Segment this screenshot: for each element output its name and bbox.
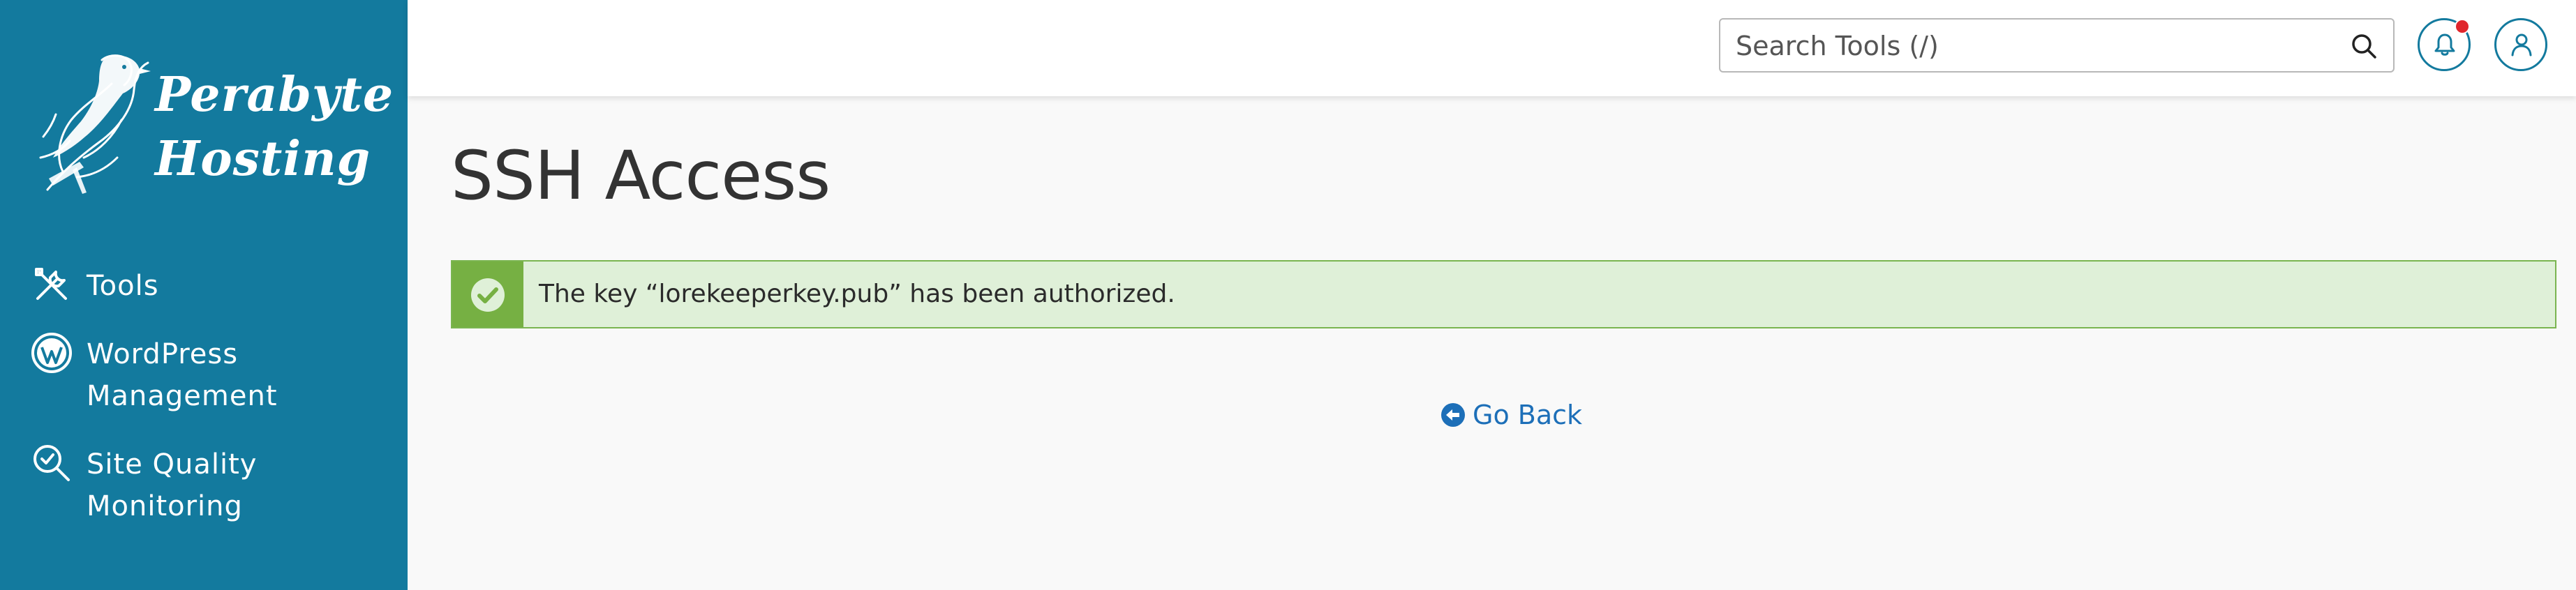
sidebar: Perabyte Hosting Tools WordPress Managem… bbox=[0, 0, 408, 590]
bell-icon bbox=[2434, 33, 2455, 56]
search-input[interactable] bbox=[1734, 20, 2323, 73]
brand-logo[interactable]: Perabyte Hosting bbox=[35, 53, 393, 206]
arrow-circle-left-icon bbox=[1441, 403, 1465, 427]
notifications-button[interactable] bbox=[2418, 18, 2471, 71]
page-title: SSH Access bbox=[451, 137, 831, 215]
brand-name: Perabyte Hosting bbox=[155, 63, 394, 191]
site-quality-icon bbox=[33, 445, 70, 481]
notification-dot bbox=[2455, 19, 2470, 34]
wordpress-icon bbox=[31, 333, 72, 373]
success-alert: The key “lorekeeperkey.pub” has been aut… bbox=[451, 260, 2556, 328]
user-icon bbox=[2511, 33, 2532, 56]
go-back-link[interactable]: Go Back bbox=[1440, 398, 1582, 432]
sidebar-item-tools[interactable]: Tools bbox=[0, 265, 408, 307]
brand-line-1: Perabyte bbox=[155, 67, 394, 123]
sidebar-item-label: Site Quality Monitoring bbox=[87, 448, 258, 522]
sidebar-item-label: WordPress Management bbox=[87, 338, 278, 412]
sidebar-nav: Tools WordPress Management Site Quality … bbox=[0, 265, 408, 554]
tools-icon bbox=[35, 268, 67, 300]
alert-message: The key “lorekeeperkey.pub” has been aut… bbox=[539, 280, 1175, 308]
user-menu-button[interactable] bbox=[2494, 18, 2547, 71]
search-box[interactable] bbox=[1719, 18, 2395, 73]
alert-icon-container bbox=[452, 262, 523, 327]
sidebar-item-wordpress-management[interactable]: WordPress Management bbox=[0, 333, 408, 417]
sidebar-item-site-quality-monitoring[interactable]: Site Quality Monitoring bbox=[0, 444, 408, 527]
search-icon[interactable] bbox=[2350, 32, 2378, 60]
go-back-label: Go Back bbox=[1473, 400, 1583, 430]
top-bar bbox=[408, 0, 2576, 96]
brand-line-2: Hosting bbox=[155, 131, 371, 187]
bird-logo-icon bbox=[39, 54, 151, 194]
sidebar-item-label: Tools bbox=[87, 270, 159, 302]
check-circle-icon bbox=[471, 278, 505, 312]
